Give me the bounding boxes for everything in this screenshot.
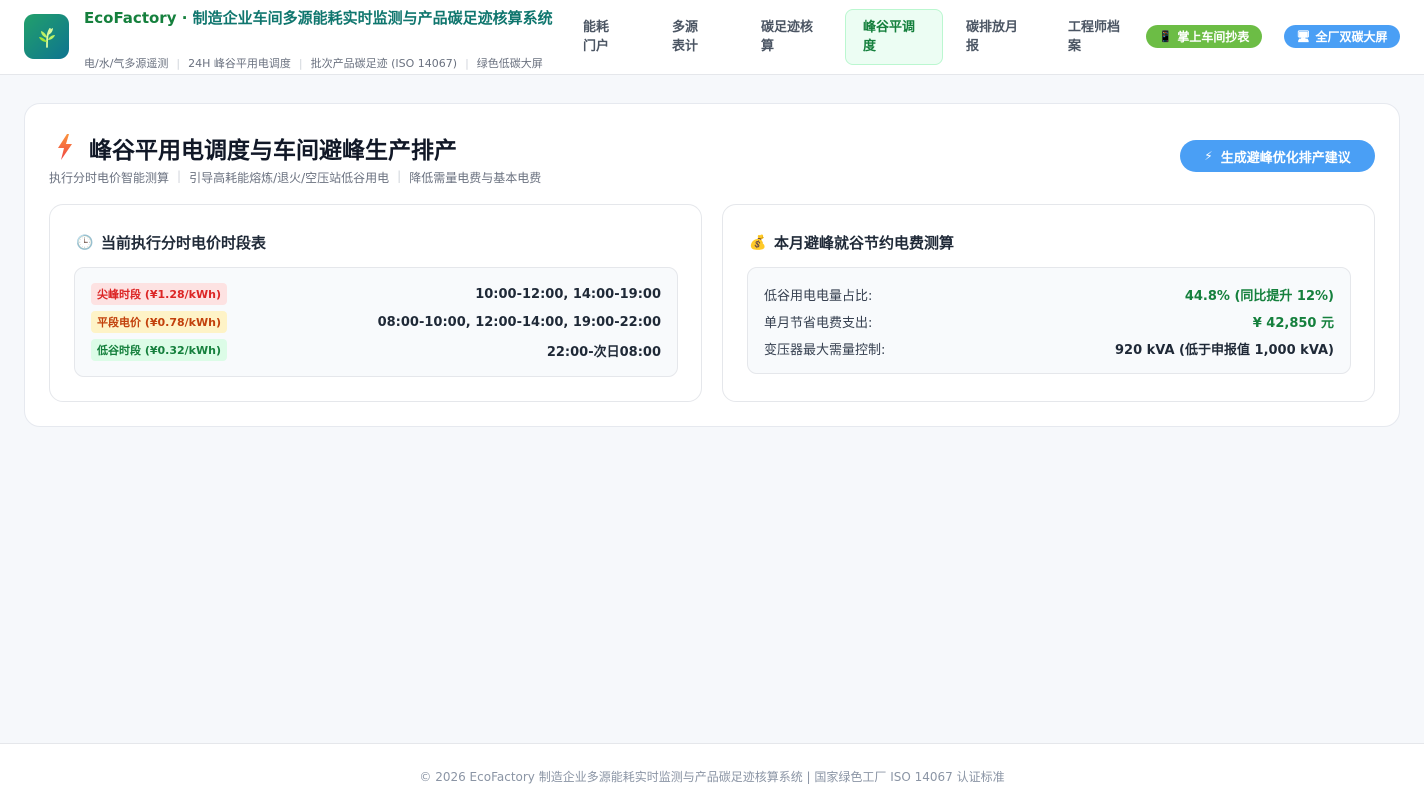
tariff-panel-header: 🕒 当前执行分时电价时段表 bbox=[76, 232, 266, 253]
page-title: 峰谷平用电调度与车间避峰生产排产 bbox=[89, 138, 457, 164]
tariff-panel: 🕒 当前执行分时电价时段表 尖峰时段 (¥1.28/kWh) 10:00-12:… bbox=[49, 204, 702, 402]
top-header: EcoFactory · 制造企业车间多源能耗实时监测与产品碳足迹核算系统 电/… bbox=[0, 0, 1424, 75]
nav-item-carbon-footprint[interactable]: 碳足迹核算 bbox=[743, 9, 831, 65]
savings-row-valley-ratio: 低谷用电电量占比: 44.8% (同比提升 12%) bbox=[764, 283, 1334, 305]
monthly-saving-value: ¥ 42,850 元 bbox=[1252, 315, 1334, 331]
mobile-reading-button[interactable]: 📱 掌上车间抄表 bbox=[1146, 25, 1262, 48]
nav-item-peak-valley[interactable]: 峰谷平调度 bbox=[845, 9, 943, 65]
flat-badge: 平段电价 (¥0.78/kWh) bbox=[91, 311, 227, 333]
brand-tags: 电/水/气多源遥测 | 24H 峰谷平用电调度 | 批次产品碳足迹 (ISO 1… bbox=[84, 55, 543, 71]
tag-item: 绿色低碳大屏 bbox=[476, 57, 543, 70]
big-screen-label: 全厂双碳大屏 bbox=[1315, 30, 1388, 44]
valley-badge: 低谷时段 (¥0.32/kWh) bbox=[91, 339, 227, 361]
subtitle-item: 引导高耗能熔炼/退火/空压站低谷用电 bbox=[189, 171, 390, 185]
nav-item-carbon-report[interactable]: 碳排放月报 bbox=[948, 9, 1036, 65]
phone-icon: 📱 bbox=[1158, 30, 1173, 43]
peak-badge: 尖峰时段 (¥1.28/kWh) bbox=[91, 283, 227, 305]
brand-name: EcoFactory · bbox=[84, 9, 193, 27]
tag-item: 电/水/气多源遥测 bbox=[84, 57, 169, 70]
brand-subtitle: 制造企业车间多源能耗实时监测与产品碳足迹核算系统 bbox=[192, 9, 553, 27]
valley-ratio-value: 44.8% (同比提升 12%) bbox=[1184, 288, 1334, 304]
valley-ratio-label: 低谷用电电量占比: bbox=[764, 288, 873, 304]
lightning-icon: ⚡ bbox=[1204, 149, 1213, 163]
savings-row-demand: 变压器最大需量控制: 920 kVA (低于申报值 1,000 kVA) bbox=[764, 337, 1334, 359]
tariff-row-peak: 尖峰时段 (¥1.28/kWh) 10:00-12:00, 14:00-19:0… bbox=[91, 283, 661, 305]
tag-separator: | bbox=[465, 56, 469, 70]
money-bag-icon: 💰 bbox=[749, 234, 767, 251]
tag-item: 批次产品碳足迹 (ISO 14067) bbox=[310, 57, 458, 70]
subtitle-item: 执行分时电价智能测算 bbox=[49, 171, 170, 185]
tariff-row-flat: 平段电价 (¥0.78/kWh) 08:00-10:00, 12:00-14:0… bbox=[91, 311, 661, 333]
generate-schedule-button[interactable]: ⚡ 生成避峰优化排产建议 bbox=[1180, 140, 1375, 172]
big-screen-button[interactable]: 🖥 全厂双碳大屏 bbox=[1284, 25, 1400, 48]
tag-separator: | bbox=[176, 56, 181, 70]
monitor-icon: 🖥 bbox=[1296, 30, 1311, 43]
mobile-reading-label: 掌上车间抄表 bbox=[1177, 30, 1250, 44]
generate-schedule-label: 生成避峰优化排产建议 bbox=[1220, 150, 1351, 166]
monthly-saving-label: 单月节省电费支出: bbox=[764, 315, 873, 331]
flat-hours: 08:00-10:00, 12:00-14:00, 19:00-22:00 bbox=[377, 314, 661, 330]
max-demand-label: 变压器最大需量控制: bbox=[764, 342, 886, 358]
valley-hours: 22:00-次日08:00 bbox=[546, 344, 661, 360]
subtitle-separator: | bbox=[177, 169, 182, 183]
tag-item: 24H 峰谷平用电调度 bbox=[188, 57, 291, 70]
lightning-icon bbox=[58, 134, 72, 160]
nav-item-energy-portal[interactable]: 能耗门户 bbox=[565, 9, 639, 65]
tariff-row-valley: 低谷时段 (¥0.32/kWh) 22:00-次日08:00 bbox=[91, 339, 661, 361]
savings-panel-header: 💰 本月避峰就谷节约电费测算 bbox=[749, 232, 954, 253]
page-subtitle: 执行分时电价智能测算 | 引导高耗能熔炼/退火/空压站低谷用电 | 降低需量电费… bbox=[49, 169, 541, 186]
app-logo[interactable] bbox=[24, 14, 69, 59]
leaf-icon bbox=[38, 27, 55, 48]
app-title: EcoFactory · 制造企业车间多源能耗实时监测与产品碳足迹核算系统 bbox=[84, 7, 564, 30]
peak-hours: 10:00-12:00, 14:00-19:00 bbox=[475, 286, 661, 302]
savings-panel: 💰 本月避峰就谷节约电费测算 低谷用电电量占比: 44.8% (同比提升 12%… bbox=[722, 204, 1375, 402]
page-footer: © 2026 EcoFactory 制造企业多源能耗实时监测与产品碳足迹核算系统… bbox=[0, 743, 1424, 809]
footer-text: © 2026 EcoFactory 制造企业多源能耗实时监测与产品碳足迹核算系统… bbox=[419, 770, 1005, 784]
clock-icon: 🕒 bbox=[76, 234, 94, 251]
savings-row-monthly: 单月节省电费支出: ¥ 42,850 元 bbox=[764, 310, 1334, 332]
nav-item-engineer-profile[interactable]: 工程师档案 bbox=[1050, 9, 1138, 65]
tariff-panel-title: 当前执行分时电价时段表 bbox=[101, 234, 267, 252]
tariff-table: 尖峰时段 (¥1.28/kWh) 10:00-12:00, 14:00-19:0… bbox=[74, 267, 678, 377]
subtitle-item: 降低需量电费与基本电费 bbox=[409, 171, 542, 185]
max-demand-value: 920 kVA (低于申报值 1,000 kVA) bbox=[1114, 342, 1334, 358]
savings-panel-title: 本月避峰就谷节约电费测算 bbox=[774, 234, 955, 252]
subtitle-separator: | bbox=[397, 169, 402, 183]
tag-separator: | bbox=[298, 56, 303, 70]
nav-item-multi-meter[interactable]: 多源表计 bbox=[654, 9, 728, 65]
savings-table: 低谷用电电量占比: 44.8% (同比提升 12%) 单月节省电费支出: ¥ 4… bbox=[747, 267, 1351, 374]
